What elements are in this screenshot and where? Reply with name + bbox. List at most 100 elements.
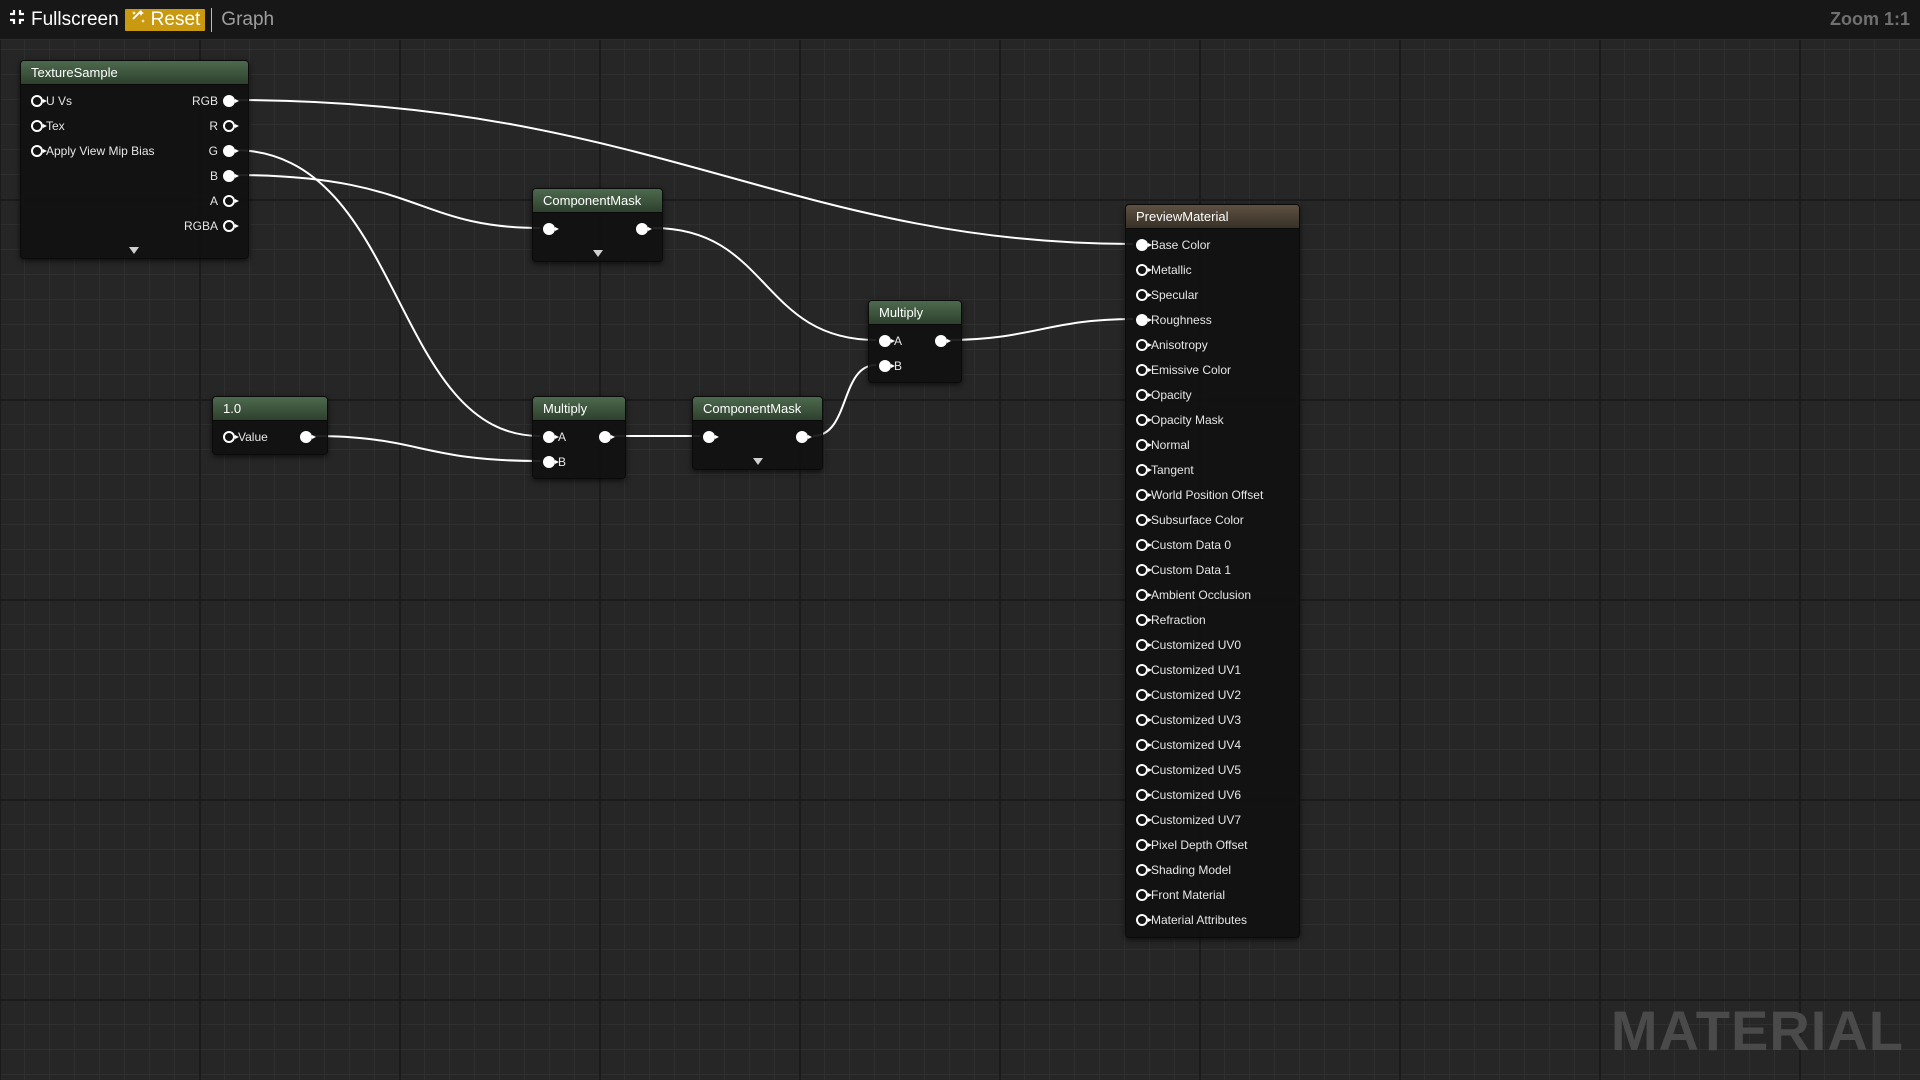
pin-input-customized-uv6[interactable] bbox=[1136, 789, 1152, 801]
pin-input-shading-model[interactable] bbox=[1136, 864, 1152, 876]
pin-label: R bbox=[209, 119, 218, 133]
fullscreen-label: Fullscreen bbox=[31, 8, 119, 30]
pin-output-b[interactable] bbox=[223, 170, 239, 182]
wire-b-to-componentmask bbox=[232, 174, 541, 229]
pin-input-ambient-occlusion[interactable] bbox=[1136, 589, 1152, 601]
pin-output-rgba[interactable] bbox=[223, 220, 239, 232]
node-multiply-2[interactable]: Multiply A B bbox=[532, 396, 626, 479]
node-texture-sample[interactable]: TextureSample U Vs Tex Apply View Mip Bi… bbox=[20, 60, 249, 259]
reset-icon bbox=[130, 8, 151, 31]
pin-label: Front Material bbox=[1151, 888, 1226, 902]
pin-output-a[interactable] bbox=[223, 195, 239, 207]
pin-input-subsurface-color[interactable] bbox=[1136, 514, 1152, 526]
pin-label: Material Attributes bbox=[1151, 913, 1248, 927]
pin-input-world-position-offset[interactable] bbox=[1136, 489, 1152, 501]
node-constant[interactable]: 1.0 Value bbox=[212, 396, 328, 455]
pin-row-custom-data-1: Custom Data 1 bbox=[1136, 560, 1231, 580]
pin-label: Ambient Occlusion bbox=[1151, 588, 1252, 602]
wire-value-to-multiply-b bbox=[312, 435, 541, 462]
pin-input-roughness[interactable] bbox=[1136, 314, 1152, 326]
pin-output-rgb[interactable] bbox=[223, 95, 239, 107]
pin-row-subsurface-color: Subsurface Color bbox=[1136, 510, 1244, 530]
pin-row-b: B bbox=[879, 356, 902, 376]
pin-input-tangent[interactable] bbox=[1136, 464, 1152, 476]
pin-input-anisotropy[interactable] bbox=[1136, 339, 1152, 351]
pin-input-pixel-depth-offset[interactable] bbox=[1136, 839, 1152, 851]
expand-triangle-icon[interactable] bbox=[129, 247, 139, 254]
node-title: 1.0 bbox=[213, 397, 327, 421]
pin-row-emissive-color: Emissive Color bbox=[1136, 360, 1231, 380]
pin-input-value[interactable] bbox=[223, 431, 239, 443]
pin-input-tex[interactable] bbox=[31, 120, 47, 132]
node-component-mask-1[interactable]: ComponentMask bbox=[532, 188, 663, 262]
wire-componentmask-to-multiply-a bbox=[652, 227, 877, 341]
pin-input-a[interactable] bbox=[879, 335, 895, 347]
pin-input-customized-uv3[interactable] bbox=[1136, 714, 1152, 726]
pin-row-customized-uv4: Customized UV4 bbox=[1136, 735, 1241, 755]
fullscreen-button[interactable]: Fullscreen bbox=[9, 8, 119, 32]
expand-triangle-icon[interactable] bbox=[753, 458, 763, 465]
pin-row-r: R bbox=[155, 116, 239, 136]
pin-input-customized-uv0[interactable] bbox=[1136, 639, 1152, 651]
pin-input[interactable] bbox=[703, 431, 719, 443]
pin-input-base-color[interactable] bbox=[1136, 239, 1152, 251]
pin-output[interactable] bbox=[599, 431, 615, 443]
pin-input-front-material[interactable] bbox=[1136, 889, 1152, 901]
pin-input-b[interactable] bbox=[543, 456, 559, 468]
pin-row-ambient-occlusion: Ambient Occlusion bbox=[1136, 585, 1251, 605]
pin-input-opacity[interactable] bbox=[1136, 389, 1152, 401]
pin-row-mip-bias: Apply View Mip Bias bbox=[31, 141, 155, 161]
pin-input-metallic[interactable] bbox=[1136, 264, 1152, 276]
pin-row-g: G bbox=[155, 141, 239, 161]
reset-button[interactable]: Reset bbox=[124, 8, 206, 31]
pin-input-custom-data-0[interactable] bbox=[1136, 539, 1152, 551]
node-multiply-1[interactable]: Multiply A B bbox=[868, 300, 962, 383]
expand-triangle-icon[interactable] bbox=[593, 250, 603, 257]
pin-row-world-position-offset: World Position Offset bbox=[1136, 485, 1263, 505]
pin-input-b[interactable] bbox=[879, 360, 895, 372]
pin-input-refraction[interactable] bbox=[1136, 614, 1152, 626]
pin-output-g[interactable] bbox=[223, 145, 239, 157]
pin-input-customized-uv5[interactable] bbox=[1136, 764, 1152, 776]
pin-input-a[interactable] bbox=[543, 431, 559, 443]
pin-output[interactable] bbox=[935, 335, 951, 347]
pin-row-a: A bbox=[879, 331, 902, 351]
pin-output-r[interactable] bbox=[223, 120, 239, 132]
toolbar-divider bbox=[211, 7, 213, 32]
node-preview-material[interactable]: PreviewMaterial Base Color Metallic Specul… bbox=[1125, 204, 1300, 938]
pin-input-custom-data-1[interactable] bbox=[1136, 564, 1152, 576]
pin-label: Refraction bbox=[1151, 613, 1206, 627]
pin-row-roughness: Roughness bbox=[1136, 310, 1212, 330]
pin-label: RGBA bbox=[183, 219, 218, 233]
pin-input-uvs[interactable] bbox=[31, 95, 47, 107]
pin-label: Custom Data 1 bbox=[1151, 563, 1232, 577]
pin-label: U Vs bbox=[46, 94, 73, 108]
pin-input-normal[interactable] bbox=[1136, 439, 1152, 451]
pin-input[interactable] bbox=[543, 223, 559, 235]
wire-multiply-to-roughness bbox=[947, 318, 1134, 341]
pin-row-uvs: U Vs bbox=[31, 91, 72, 111]
pin-label: Specular bbox=[1151, 288, 1199, 302]
pin-output[interactable] bbox=[300, 431, 316, 443]
pin-row-customized-uv0: Customized UV0 bbox=[1136, 635, 1241, 655]
pin-label: Tangent bbox=[1151, 463, 1194, 477]
pin-input-apply-view-mip-bias[interactable] bbox=[31, 145, 47, 157]
pin-input-specular[interactable] bbox=[1136, 289, 1152, 301]
breadcrumb-graph[interactable]: Graph bbox=[221, 9, 274, 31]
pin-input-customized-uv1[interactable] bbox=[1136, 664, 1152, 676]
pin-input-customized-uv2[interactable] bbox=[1136, 689, 1152, 701]
pin-input-emissive-color[interactable] bbox=[1136, 364, 1152, 376]
pin-row-opacity: Opacity bbox=[1136, 385, 1192, 405]
pin-row-shading-model: Shading Model bbox=[1136, 860, 1231, 880]
fullscreen-icon bbox=[9, 9, 31, 31]
pin-row-metallic: Metallic bbox=[1136, 260, 1192, 280]
pin-output[interactable] bbox=[636, 223, 652, 235]
pin-output[interactable] bbox=[796, 431, 812, 443]
node-component-mask-2[interactable]: ComponentMask bbox=[692, 396, 823, 470]
pin-input-customized-uv7[interactable] bbox=[1136, 814, 1152, 826]
pin-input-customized-uv4[interactable] bbox=[1136, 739, 1152, 751]
pin-row-customized-uv3: Customized UV3 bbox=[1136, 710, 1241, 730]
pin-input-material-attributes[interactable] bbox=[1136, 914, 1152, 926]
pin-input-opacity-mask[interactable] bbox=[1136, 414, 1152, 426]
connection-wires bbox=[232, 99, 1134, 462]
